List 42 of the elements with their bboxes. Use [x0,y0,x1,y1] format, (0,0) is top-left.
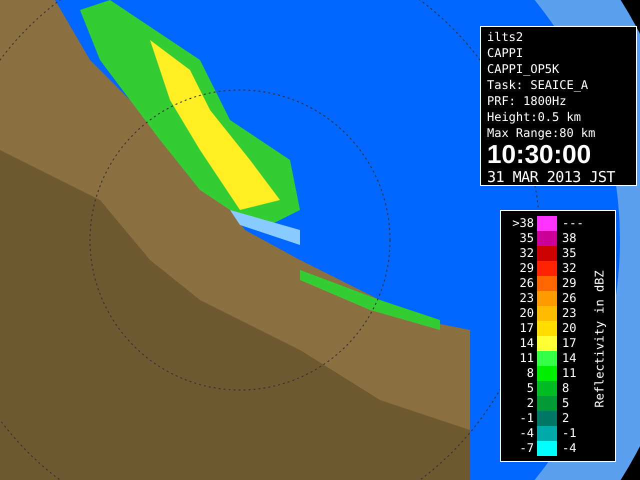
legend-high-label: 32 [561,261,578,276]
legend-low-label: -4 [518,426,535,441]
legend-low-label: 29 [518,261,535,276]
info-text: Max Range:80 km [487,125,596,141]
legend-low-label: >38 [511,216,535,231]
legend-high-label: 20 [561,321,578,336]
legend-high-label: 2 [561,411,570,426]
legend-high-label: -4 [561,441,578,456]
info-text: Height:0.5 km [487,109,582,125]
date-text: 31 MAR 2013 JST [487,167,615,187]
legend-low-label: -7 [518,441,535,456]
legend-low-label: 23 [518,291,535,306]
info-text: PRF: 1800Hz [487,93,568,109]
legend-high-label: 35 [561,246,578,261]
legend-low-label: -1 [518,411,535,426]
legend-high-label: 11 [561,366,578,381]
info-text: CAPPI [487,45,524,61]
legend-low-label: 5 [526,381,535,396]
legend-low-label: 20 [518,306,535,321]
legend-high-label: -1 [561,426,578,441]
legend-low-label: 14 [518,336,535,351]
time-text: 10:30:00 [487,141,592,167]
legend-high-label: --- [561,216,585,231]
legend-high-label: 17 [561,336,578,351]
legend-low-label: 32 [518,246,535,261]
legend-low-label: 35 [518,231,535,246]
legend-high-label: 29 [561,276,578,291]
legend-high-label: 14 [561,351,578,366]
info-text: ilts2 [487,29,524,45]
legend-high-label: 5 [561,396,570,411]
legend-low-label: 2 [526,396,535,411]
info-text: CAPPI_OP5K [487,61,560,77]
info-text: Task: SEAICE_A [487,77,590,93]
legend-low-label: 11 [518,351,535,366]
legend-low-label: 17 [518,321,535,336]
legend-low-label: 8 [526,366,535,381]
legend-high-label: 23 [561,306,578,321]
legend-title: Reflectivity in dBZ [592,270,608,408]
legend-high-label: 26 [561,291,578,306]
legend-low-label: 26 [518,276,535,291]
legend-high-label: 8 [561,381,570,396]
legend-high-label: 38 [561,231,578,246]
